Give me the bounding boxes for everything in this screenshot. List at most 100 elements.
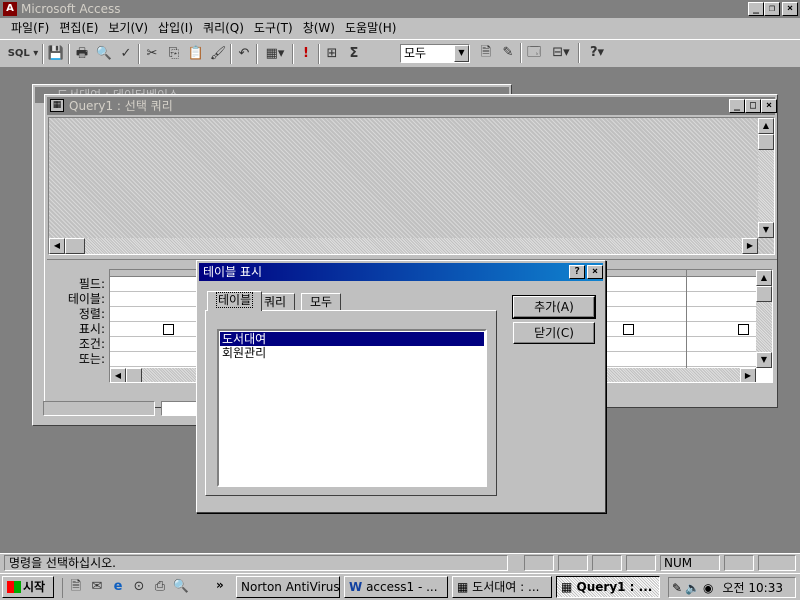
scroll-right-button[interactable]: ▶: [740, 368, 756, 382]
list-item[interactable]: 도서대여: [220, 332, 484, 346]
grid-vscroll[interactable]: ▲ ▼: [756, 270, 772, 368]
grid-label-criteria: 조건:: [78, 337, 105, 351]
query-close-button[interactable]: ×: [761, 99, 777, 113]
word-doc-icon: W: [349, 580, 363, 594]
menu-help[interactable]: 도움말(H): [340, 19, 402, 38]
more-tasks-chevron[interactable]: »: [216, 578, 224, 592]
app-icon[interactable]: ⊙: [130, 578, 148, 596]
tray-app-icon[interactable]: ◉: [703, 581, 713, 595]
tab-tables[interactable]: 테이블: [207, 291, 263, 311]
query-type-icon[interactable]: ▦▾: [260, 44, 290, 64]
menu-tools[interactable]: 도구(T): [249, 19, 298, 38]
pen-icon[interactable]: ✎: [672, 581, 682, 595]
access-logo-icon: A: [3, 2, 17, 16]
scroll-left-button[interactable]: ◀: [110, 368, 126, 382]
query-minimize-button[interactable]: _: [729, 99, 745, 113]
properties-icon[interactable]: 🗎: [476, 43, 496, 63]
format-painter-icon[interactable]: 🖌: [208, 44, 228, 64]
menu-file[interactable]: 파일(F): [6, 19, 54, 38]
task-norton[interactable]: Norton AntiVirus: [236, 576, 340, 598]
windows-logo-icon: [7, 581, 21, 593]
scroll-thumb[interactable]: [126, 368, 142, 382]
scroll-up-button[interactable]: ▲: [758, 118, 774, 134]
dialog-titlebar: 테이블 표시 ? ×: [199, 263, 603, 281]
build-icon[interactable]: ✎: [498, 43, 518, 63]
clock: 오전 10:33: [722, 581, 783, 595]
list-item[interactable]: 회원관리: [220, 346, 484, 360]
query-maximize-button[interactable]: □: [745, 99, 761, 113]
table-pane-vscroll[interactable]: ▲ ▼: [758, 118, 774, 238]
grid-label-sort: 정렬:: [78, 307, 105, 321]
menu-view[interactable]: 보기(V): [103, 19, 153, 38]
add-button-label: 추가(A): [534, 300, 574, 314]
copy-icon[interactable]: ⎘: [164, 44, 184, 64]
toolbar-separator: [292, 43, 294, 64]
sql-view-button[interactable]: SQL ▾: [6, 44, 40, 64]
task-database[interactable]: ▦ 도서대여 : ...: [452, 576, 552, 598]
network-icon[interactable]: ⎙: [151, 578, 169, 596]
query-window-titlebar: ▦ Query1 : 선택 쿼리 _ □ ×: [47, 97, 777, 115]
tab-tables-label: 테이블: [216, 292, 254, 308]
status-cell: [724, 555, 754, 571]
close-dialog-button[interactable]: 닫기(C): [513, 322, 595, 344]
restore-button[interactable]: ❐: [764, 2, 780, 16]
status-bar: 명령을 선택하십시오. NUM: [0, 553, 800, 573]
print-icon[interactable]: 🖶: [72, 44, 92, 64]
table-pane-hscroll[interactable]: ◀ ▶: [49, 238, 758, 254]
dialog-help-button[interactable]: ?: [569, 265, 585, 279]
database-window-icon[interactable]: 🗔: [524, 43, 544, 63]
scroll-thumb[interactable]: [65, 238, 85, 254]
task-access1[interactable]: W access1 - ...: [344, 576, 448, 598]
print-preview-icon[interactable]: 🔍: [94, 44, 114, 64]
show-checkbox[interactable]: [163, 324, 174, 335]
scroll-thumb[interactable]: [756, 286, 772, 302]
scroll-down-button[interactable]: ▼: [756, 352, 772, 368]
show-checkbox[interactable]: [738, 324, 749, 335]
query-window-title: Query1 : 선택 쿼리: [69, 99, 173, 113]
cut-icon[interactable]: ✂: [142, 44, 162, 64]
undo-icon[interactable]: ↶: [234, 44, 254, 64]
add-button[interactable]: 추가(A): [512, 295, 596, 319]
scroll-right-button[interactable]: ▶: [742, 238, 758, 254]
table-pane[interactable]: [48, 117, 775, 255]
save-icon[interactable]: 💾: [46, 44, 66, 64]
minimize-button[interactable]: _: [748, 2, 764, 16]
task-query1[interactable]: ▦ Query1 : ...: [556, 576, 660, 598]
menu-insert[interactable]: 삽입(I): [153, 19, 198, 38]
grid-label-show: 표시:: [78, 322, 105, 336]
toolbar-separator: [68, 43, 70, 64]
run-icon[interactable]: !: [296, 44, 316, 64]
scroll-left-button[interactable]: ◀: [49, 238, 65, 254]
scroll-up-button[interactable]: ▲: [756, 270, 772, 286]
show-checkbox[interactable]: [623, 324, 634, 335]
query-icon: ▦: [561, 580, 573, 594]
search-icon[interactable]: 🔍: [172, 578, 190, 596]
outlook-icon[interactable]: ✉: [88, 578, 106, 596]
close-button[interactable]: ×: [782, 2, 798, 16]
show-table-icon[interactable]: ⊞: [322, 44, 342, 64]
ie-icon[interactable]: e: [109, 578, 127, 596]
help-icon[interactable]: ?▾: [582, 43, 612, 63]
scroll-down-button[interactable]: ▼: [758, 222, 774, 238]
spelling-icon[interactable]: ✓: [116, 44, 136, 64]
top-values-value: 모두: [404, 46, 427, 60]
speaker-icon[interactable]: 🔈: [685, 581, 700, 595]
paste-icon[interactable]: 📋: [186, 44, 206, 64]
desktop-icon[interactable]: 🗎: [67, 578, 85, 596]
scroll-thumb[interactable]: [758, 134, 774, 150]
toolbar-separator: [318, 43, 320, 64]
toolbar-separator: [42, 43, 44, 64]
totals-icon[interactable]: Σ: [344, 44, 364, 64]
menu-window[interactable]: 창(W): [298, 19, 340, 38]
start-button[interactable]: 시작: [2, 576, 54, 598]
grid-label-table: 테이블:: [67, 292, 105, 306]
tab-both[interactable]: 모두: [301, 293, 342, 311]
dialog-close-button[interactable]: ×: [587, 265, 603, 279]
menu-edit[interactable]: 편집(E): [54, 19, 103, 38]
combo-dropdown-button[interactable]: ▼: [454, 45, 469, 62]
table-list[interactable]: 도서대여 회원관리: [217, 329, 487, 487]
menu-query[interactable]: 쿼리(Q): [198, 19, 249, 38]
new-object-icon[interactable]: ⊟▾: [546, 43, 576, 63]
top-values-combo[interactable]: 모두 ▼: [400, 44, 470, 63]
num-lock-indicator: NUM: [660, 555, 720, 571]
